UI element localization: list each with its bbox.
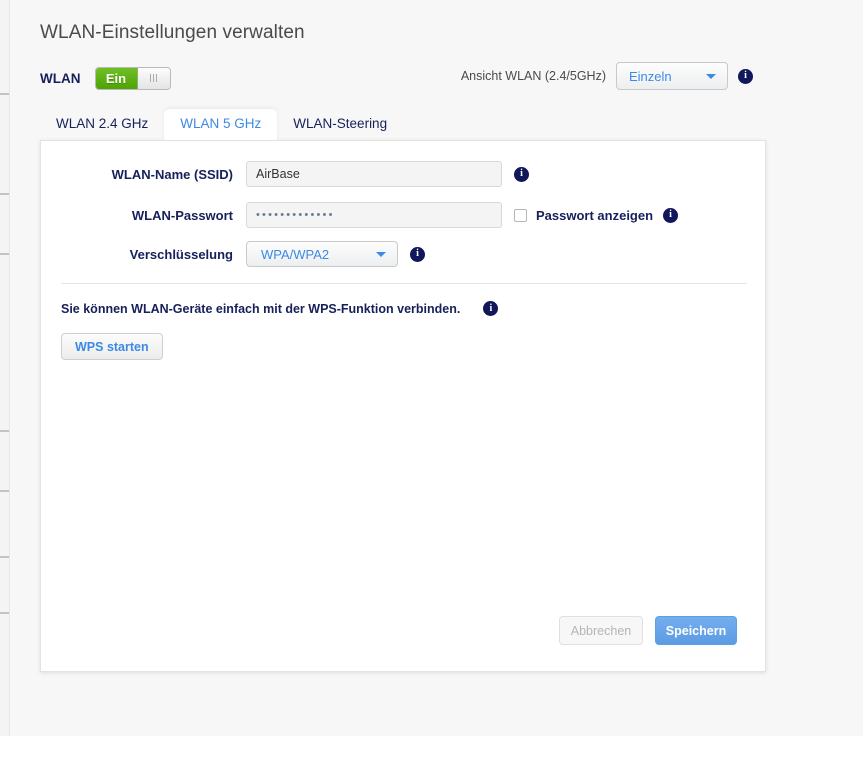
show-password-checkbox[interactable] <box>514 208 527 222</box>
password-input[interactable] <box>246 202 502 228</box>
collapsed-nav-rail[interactable] <box>0 0 10 736</box>
chevron-down-icon <box>376 252 386 257</box>
wlan-view-row: Ansicht WLAN (2.4/5GHz) Einzeln i <box>461 62 753 90</box>
nav-rail-item[interactable] <box>0 556 9 558</box>
nav-rail-item[interactable] <box>0 253 9 255</box>
password-row: WLAN-Passwort Passwort anzeigen i <box>41 202 679 228</box>
page-bottom-spacer <box>0 736 863 764</box>
show-password-label: Passwort anzeigen <box>536 207 654 223</box>
wlan-toggle-knob[interactable] <box>137 67 170 89</box>
ssid-label: WLAN-Name (SSID) <box>111 166 233 182</box>
save-button[interactable]: Speichern <box>655 616 737 645</box>
wlan-toggle-label: WLAN <box>40 70 81 86</box>
show-password-checkbox-wrap[interactable]: Passwort anzeigen <box>514 208 653 223</box>
encryption-label: Verschlüsselung <box>129 246 233 262</box>
info-icon-wps[interactable]: i <box>483 301 499 316</box>
section-divider <box>61 283 747 284</box>
nav-rail-item[interactable] <box>0 612 9 614</box>
wlan-toggle-row: WLAN Ein <box>40 66 171 90</box>
page-title: WLAN-Einstellungen verwalten <box>40 22 305 43</box>
content-column: WLAN-Einstellungen verwalten WLAN Ein An… <box>10 0 863 736</box>
ssid-row: WLAN-Name (SSID) i <box>41 161 529 187</box>
info-icon-encryption[interactable]: i <box>410 246 425 262</box>
toggle-grip-line <box>156 74 157 82</box>
tab-wlan-steering[interactable]: WLAN-Steering <box>277 109 403 140</box>
panel-footer-buttons: Abbrechen Speichern <box>559 616 737 645</box>
wlan-band-tabs: WLAN 2.4 GHz WLAN 5 GHz WLAN-Steering <box>40 108 403 140</box>
wlan-toggle-on-label: Ein <box>95 67 138 89</box>
info-icon-view[interactable]: i <box>738 68 753 84</box>
tab-wlan-24ghz[interactable]: WLAN 2.4 GHz <box>40 109 164 140</box>
tab-wlan-5ghz[interactable]: WLAN 5 GHz <box>164 109 278 140</box>
toggle-grip-line <box>153 74 154 82</box>
encryption-select[interactable]: WPA/WPA2 <box>246 241 398 267</box>
wlan-view-select[interactable]: Einzeln <box>616 62 728 90</box>
password-label: WLAN-Passwort <box>131 207 233 223</box>
wps-start-button[interactable]: WPS starten <box>61 333 163 360</box>
cancel-button[interactable]: Abbrechen <box>559 616 643 645</box>
ssid-input[interactable] <box>246 161 502 187</box>
nav-rail-item[interactable] <box>0 490 9 492</box>
encryption-row: Verschlüsselung WPA/WPA2 i <box>41 241 425 267</box>
info-icon-ssid[interactable]: i <box>514 166 529 182</box>
wlan-view-select-value: Einzeln <box>629 68 672 84</box>
info-icon-password[interactable]: i <box>663 207 679 223</box>
nav-rail-item[interactable] <box>0 430 9 432</box>
toggle-grip-line <box>150 74 151 82</box>
encryption-select-value: WPA/WPA2 <box>261 246 330 262</box>
wlan-view-label: Ansicht WLAN (2.4/5GHz) <box>460 69 606 83</box>
wlan-settings-panel: WLAN-Name (SSID) i WLAN-Passwort Passwor… <box>40 140 766 672</box>
nav-rail-item[interactable] <box>0 193 9 195</box>
wps-description: Sie können WLAN-Geräte einfach mit der W… <box>61 301 461 316</box>
wlan-power-toggle[interactable]: Ein <box>94 66 171 90</box>
page-root: WLAN-Einstellungen verwalten WLAN Ein An… <box>0 0 863 736</box>
wps-description-row: Sie können WLAN-Geräte einfach mit der W… <box>61 301 499 316</box>
nav-rail-item[interactable] <box>0 93 9 95</box>
chevron-down-icon <box>706 74 716 79</box>
